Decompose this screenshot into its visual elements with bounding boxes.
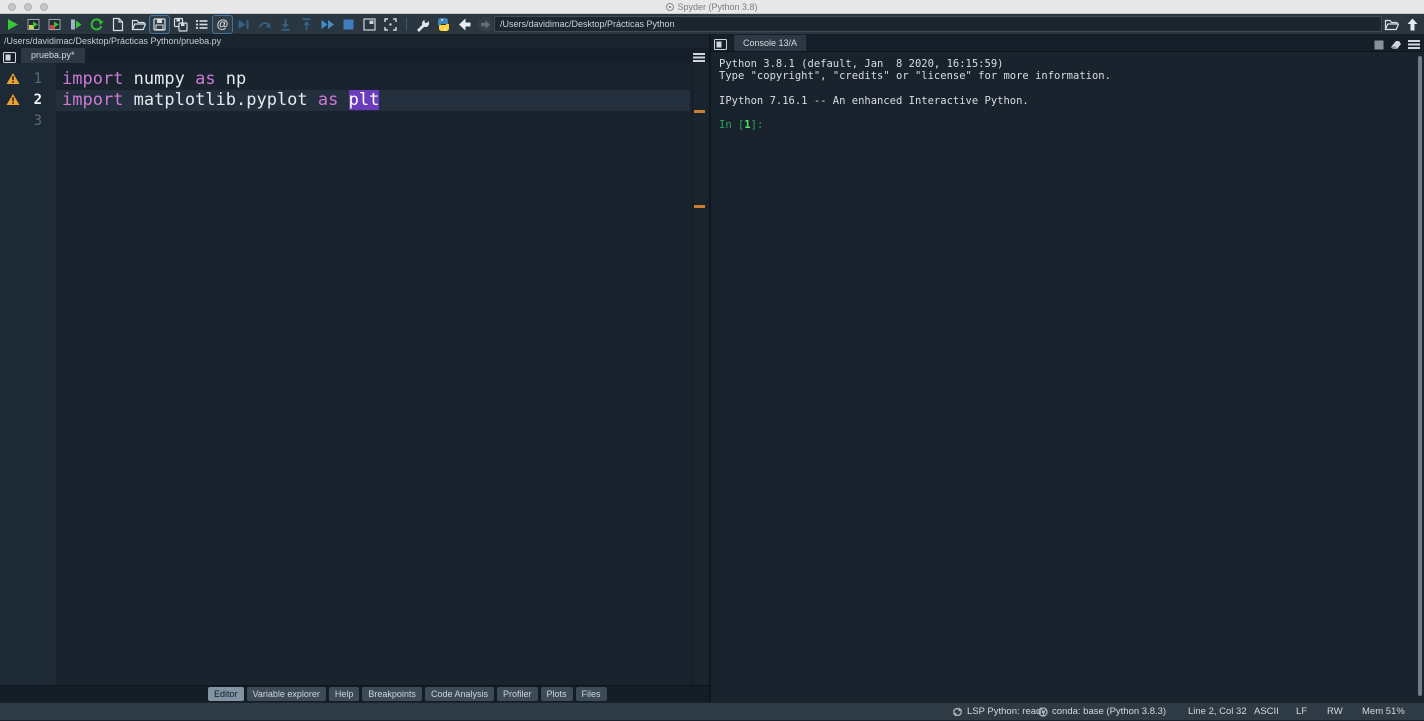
new-file-icon[interactable] — [107, 15, 128, 34]
at-symbol-icon[interactable]: @ — [212, 14, 233, 34]
debug-run-icon[interactable] — [233, 15, 254, 34]
main-toolbar: @ — [0, 14, 1424, 35]
console-scrollbar[interactable] — [1418, 56, 1422, 696]
tab-plots[interactable]: Plots — [540, 687, 573, 701]
lsp-cycle-icon — [953, 707, 962, 717]
cursor-position-status: Line 2, Col 32 — [1188, 706, 1247, 717]
scroll-flag-area[interactable] — [692, 63, 706, 685]
code-editor[interactable]: 1 2 3 import numpy as np import matplotl… — [0, 63, 709, 685]
tab-variable-explorer[interactable]: Variable explorer — [246, 687, 326, 701]
save-file-icon[interactable] — [149, 14, 170, 34]
pythonpath-manager-icon[interactable] — [433, 15, 454, 34]
eol-status: LF — [1296, 706, 1308, 717]
spyder-window: Spyder (Python 3.8) @ /Users/davidimac/D… — [0, 0, 1424, 720]
console-banner-line: IPython 7.16.1 -- An enhanced Interactiv… — [719, 94, 1029, 107]
parent-directory-icon[interactable] — [1402, 15, 1423, 34]
save-all-icon[interactable] — [170, 15, 191, 34]
editor-pane: /Users/davidimac/Desktop/Prácticas Pytho… — [0, 35, 709, 702]
lsp-status: LSP Python: ready — [952, 703, 1046, 721]
tab-editor[interactable]: Editor — [208, 687, 244, 701]
browse-tabs-icon[interactable] — [714, 37, 727, 50]
readwrite-status: RW — [1327, 706, 1343, 717]
window-title: Spyder (Python 3.8) — [0, 0, 1424, 14]
memory-status: Mem 51% — [1362, 706, 1405, 717]
ipython-console[interactable]: Python 3.8.1 (default, Jan 8 2020, 16:15… — [711, 51, 1424, 702]
editor-options-menu-icon[interactable] — [693, 50, 705, 62]
status-bar: LSP Python: ready conda: base (Python 3.… — [0, 702, 1424, 720]
working-directory-input[interactable] — [494, 16, 1382, 32]
selected-text: plt — [348, 90, 380, 110]
warning-flag-mark[interactable] — [694, 205, 705, 208]
console-banner-line: Type "copyright", "credits" or "license"… — [719, 70, 1111, 83]
file-switcher-icon[interactable] — [191, 15, 212, 34]
maximize-pane-icon[interactable] — [359, 15, 380, 34]
toolbar-separator — [406, 17, 407, 31]
tab-files[interactable]: Files — [575, 687, 607, 701]
forward-icon[interactable] — [475, 15, 496, 34]
run-file-icon[interactable] — [2, 15, 23, 34]
step-into-icon[interactable] — [275, 15, 296, 34]
warning-icon — [6, 93, 20, 111]
console-tabbar: Console 13/A — [711, 35, 1424, 51]
conda-icon — [1038, 707, 1048, 717]
titlebar: Spyder (Python 3.8) — [0, 0, 1424, 14]
warning-icon — [6, 72, 20, 90]
console-pane: Console 13/A Python 3.8.1 (default, Jan … — [711, 35, 1424, 702]
fullscreen-icon[interactable] — [380, 15, 401, 34]
editor-gutter: 1 2 3 — [0, 63, 56, 685]
bottom-panel-tabs: Editor Variable explorer Help Breakpoint… — [0, 685, 709, 702]
run-cell-and-advance-icon[interactable] — [44, 15, 65, 34]
back-icon[interactable] — [454, 15, 475, 34]
run-selection-icon[interactable] — [65, 15, 86, 34]
tab-help[interactable]: Help — [328, 687, 360, 701]
console-banner-line: Python 3.8.1 (default, Jan 8 2020, 16:15… — [719, 58, 1004, 70]
browse-tabs-icon[interactable] — [3, 50, 16, 63]
browse-working-directory-icon[interactable] — [1381, 15, 1402, 34]
warning-flag-mark[interactable] — [694, 110, 705, 113]
encoding-status: ASCII — [1254, 706, 1279, 717]
preferences-icon[interactable] — [412, 15, 433, 34]
step-over-icon[interactable] — [254, 15, 275, 34]
stop-debugging-icon[interactable] — [338, 15, 359, 34]
tab-breakpoints[interactable]: Breakpoints — [362, 687, 422, 701]
continue-execution-icon[interactable] — [317, 15, 338, 34]
code-line-1: import numpy as np — [62, 69, 247, 89]
open-file-icon[interactable] — [128, 15, 149, 34]
console-prompt: In [1]: — [719, 119, 764, 132]
line-number: 3 — [33, 113, 42, 129]
tab-profiler[interactable]: Profiler — [496, 687, 538, 701]
console-tab[interactable]: Console 13/A — [734, 35, 807, 51]
tab-code-analysis[interactable]: Code Analysis — [424, 687, 494, 701]
editor-tabbar: prueba.py* — [0, 48, 709, 63]
interpreter-status: conda: base (Python 3.8.3) — [1038, 703, 1166, 721]
line-number-current: 2 — [33, 92, 42, 108]
code-line-2-current: import matplotlib.pyplot as plt — [56, 90, 690, 111]
editor-breadcrumb: /Users/davidimac/Desktop/Prácticas Pytho… — [0, 35, 709, 48]
run-cell-icon[interactable] — [23, 15, 44, 34]
line-number: 1 — [33, 71, 42, 87]
editor-tab-prueba[interactable]: prueba.py* — [21, 48, 85, 63]
code-lines: import numpy as np import matplotlib.pyp… — [56, 63, 690, 132]
step-return-icon[interactable] — [296, 15, 317, 34]
rerun-cell-icon[interactable] — [86, 15, 107, 34]
spyder-logo-icon — [666, 3, 675, 11]
